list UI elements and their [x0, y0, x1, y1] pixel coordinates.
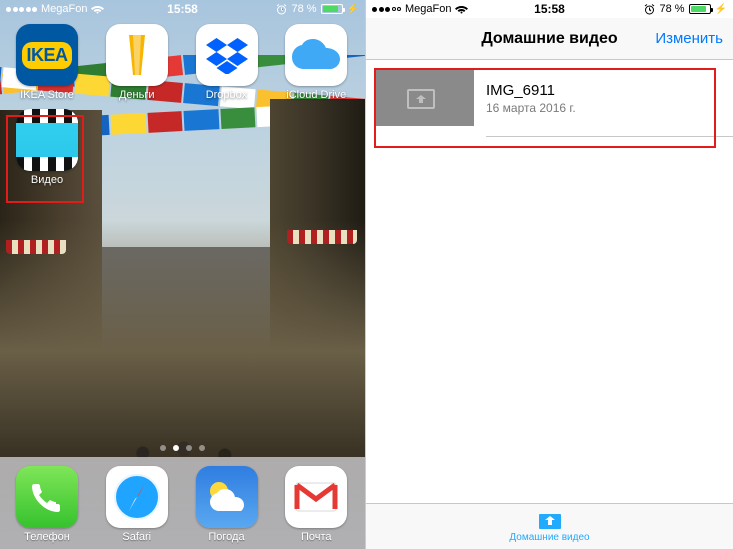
app-dropbox[interactable]: Dropbox — [190, 24, 264, 101]
edit-button[interactable]: Изменить — [655, 30, 723, 47]
battery-pct: 78 % — [291, 3, 316, 15]
app-phone[interactable]: Телефон — [10, 466, 84, 543]
alarm-icon — [276, 4, 287, 15]
app-videos[interactable]: Видео — [10, 109, 84, 186]
cloud-icon — [285, 24, 347, 86]
tab-label: Домашние видео — [509, 532, 589, 543]
page-indicator[interactable] — [0, 445, 365, 451]
tab-home-videos[interactable]: Домашние видео — [509, 510, 589, 543]
carrier-label: MegaFon — [405, 3, 451, 15]
charging-icon: ⚡ — [347, 4, 359, 15]
app-weather[interactable]: Погода — [190, 466, 264, 543]
charging-icon: ⚡ — [715, 4, 727, 15]
video-date: 16 марта 2016 г. — [486, 101, 725, 115]
carrier-label: MegaFon — [41, 3, 87, 15]
videos-app-screen: MegaFon 15:58 78 % ⚡ Домашние видео Изме… — [366, 0, 733, 549]
home-videos-tab-icon — [538, 510, 562, 530]
wifi-icon — [455, 4, 468, 14]
status-time: 15:58 — [167, 2, 198, 16]
videos-icon — [16, 109, 78, 171]
dock: Телефон Safari Погода Почта — [0, 457, 365, 549]
battery-icon — [321, 4, 343, 14]
battery-icon — [689, 4, 711, 14]
home-screen: MegaFon 15:58 78 % ⚡ IKEA IKEA Store Ден… — [0, 0, 366, 549]
dropbox-icon — [196, 24, 258, 86]
signal-dots-icon — [6, 7, 37, 12]
nav-title: Домашние видео — [481, 30, 617, 48]
safari-icon — [106, 466, 168, 528]
nav-bar: Домашние видео Изменить — [366, 18, 733, 60]
status-bar: MegaFon 15:58 78 % ⚡ — [366, 0, 733, 18]
video-title: IMG_6911 — [486, 82, 725, 99]
phone-icon — [16, 466, 78, 528]
ikea-icon: IKEA — [16, 24, 78, 86]
status-time: 15:58 — [534, 2, 565, 16]
wifi-icon — [91, 4, 104, 14]
app-icloud-drive[interactable]: iCloud Drive — [279, 24, 353, 101]
battery-pct: 78 % — [659, 3, 684, 15]
signal-dots-icon — [372, 7, 401, 12]
app-mail[interactable]: Почта — [279, 466, 353, 543]
app-ikea-store[interactable]: IKEA IKEA Store — [10, 24, 84, 101]
video-row[interactable]: IMG_6911 16 марта 2016 г. — [366, 60, 733, 136]
weather-icon — [196, 466, 258, 528]
tab-bar: Домашние видео — [366, 503, 733, 549]
status-bar: MegaFon 15:58 78 % ⚡ — [0, 0, 365, 18]
money-icon — [106, 24, 168, 86]
gmail-icon — [285, 466, 347, 528]
video-thumbnail — [374, 70, 474, 126]
video-list: IMG_6911 16 марта 2016 г. — [366, 60, 733, 137]
app-safari[interactable]: Safari — [100, 466, 174, 543]
app-money[interactable]: Деньги — [100, 24, 174, 101]
alarm-icon — [644, 4, 655, 15]
